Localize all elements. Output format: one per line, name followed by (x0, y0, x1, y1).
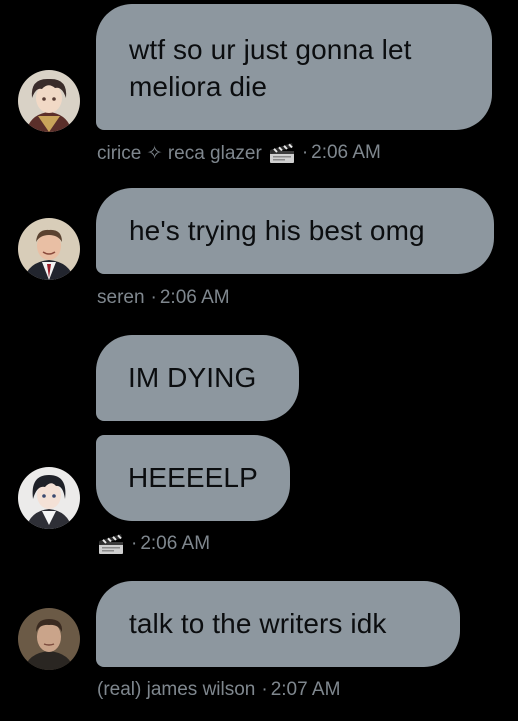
timestamp: 2:07 AM (270, 679, 341, 700)
message-text: IM DYING (128, 362, 257, 393)
photo-avatar-icon (18, 608, 80, 670)
message-group-1: wtf so ur just gonna let meliora die cir… (0, 0, 518, 170)
message-group-2: he's trying his best omg seren · 2:06 AM (0, 170, 518, 320)
message-bubble[interactable]: talk to the writers idk (96, 581, 460, 667)
message-text: wtf so ur just gonna let meliora die (129, 34, 412, 102)
message-group-3: IM DYING HEEEELP · 2:06 AM (0, 320, 518, 570)
sender-name[interactable]: seren (97, 287, 145, 309)
avatar-seren[interactable] (18, 218, 80, 280)
meta-separator: · (150, 287, 157, 308)
clapperboard-icon (268, 141, 296, 165)
message-bubble[interactable]: he's trying his best omg (96, 188, 494, 274)
message-text: HEEEELP (128, 462, 258, 493)
timestamp: 2:06 AM (140, 533, 211, 554)
clapperboard-icon (97, 532, 125, 556)
message-meta: (real) james wilson · 2:07 AM (97, 676, 340, 704)
message-text: talk to the writers idk (129, 608, 387, 639)
avatar-james-wilson[interactable] (18, 608, 80, 670)
message-bubble[interactable]: HEEEELP (96, 435, 290, 521)
meta-separator: · (301, 142, 309, 163)
timestamp: 2:06 AM (159, 287, 230, 308)
message-meta: · 2:06 AM (97, 530, 210, 558)
message-group-5: talk to the writers idk (real) james wil… (0, 570, 518, 721)
anime-avatar-icon (18, 70, 80, 132)
message-bubble[interactable]: wtf so ur just gonna let meliora die (96, 4, 492, 130)
photo-avatar-icon (18, 218, 80, 280)
message-bubble[interactable]: IM DYING (96, 335, 299, 421)
sender-name[interactable]: (real) james wilson (97, 679, 255, 701)
message-meta: cirice ✧ reca glazer · 2:06 AM (97, 139, 381, 167)
meta-separator: · (131, 533, 138, 554)
message-text: he's trying his best omg (129, 215, 425, 246)
timestamp: 2:06 AM (311, 142, 381, 163)
meta-separator: · (261, 679, 268, 700)
avatar-cirice[interactable] (18, 70, 80, 132)
avatar-anime[interactable] (18, 467, 80, 529)
sender-name[interactable]: cirice ✧ reca glazer (97, 142, 262, 165)
message-meta: seren · 2:06 AM (97, 284, 230, 312)
anime-avatar-icon (18, 467, 80, 529)
